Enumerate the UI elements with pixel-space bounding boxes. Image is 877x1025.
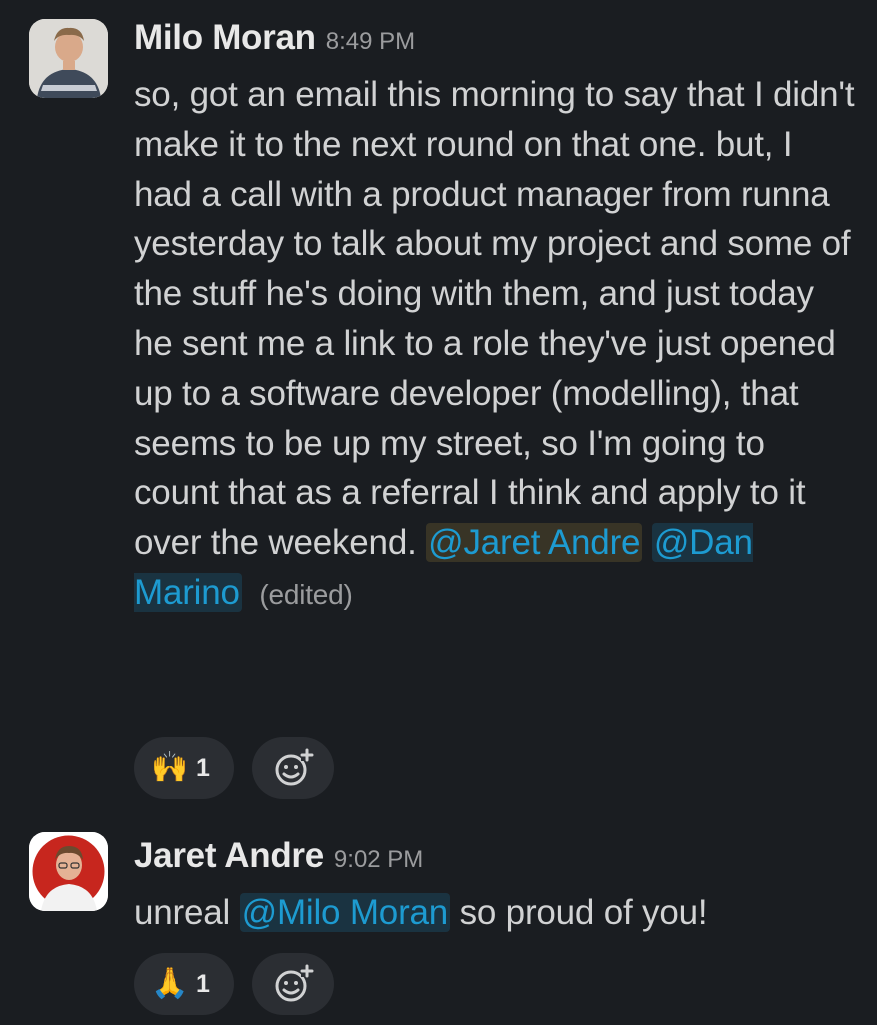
add-reaction-button[interactable] [251, 737, 334, 799]
message-text: unreal [134, 893, 231, 932]
add-reaction-icon [275, 748, 314, 786]
user-photo [29, 19, 108, 98]
author-name[interactable]: Milo Moran [134, 18, 316, 58]
message-header: Jaret Andre 9:02 PM [134, 836, 857, 888]
author-name[interactable]: Jaret Andre [134, 836, 324, 876]
reaction-folded-hands[interactable]: 🙏 1 [134, 953, 234, 1015]
reaction-count: 1 [196, 753, 210, 782]
timestamp[interactable]: 8:49 PM [326, 28, 415, 56]
avatar[interactable] [29, 832, 108, 911]
folded-hands-icon: 🙏 [151, 967, 189, 1000]
reaction-raised-hands[interactable]: 🙌 1 [134, 737, 234, 799]
message-text: so proud of you! [459, 893, 708, 932]
user-photo [29, 832, 108, 911]
reactions-bar: 🙏 1 [134, 953, 334, 1015]
mention-jaret-andre[interactable]: @Jaret Andre [426, 523, 643, 563]
message-content: Milo Moran 8:49 PM so, got an email this… [134, 18, 857, 620]
timestamp[interactable]: 9:02 PM [334, 846, 423, 874]
edited-label: (edited) [259, 578, 353, 610]
reactions-bar: 🙌 1 [134, 737, 334, 799]
add-reaction-button[interactable] [251, 953, 334, 1015]
message-header: Milo Moran 8:49 PM [134, 18, 857, 70]
message-body: unreal @Milo Moran so proud of you! [134, 888, 857, 938]
add-reaction-icon [275, 964, 314, 1002]
message-feed: Milo Moran 8:49 PM so, got an email this… [0, 0, 877, 1025]
avatar[interactable] [29, 19, 108, 98]
mention-milo-moran[interactable]: @Milo Moran [239, 893, 451, 932]
reaction-count: 1 [196, 969, 210, 998]
message-content: Jaret Andre 9:02 PM unreal @Milo Moran s… [134, 836, 857, 938]
message-text: so, got an email this morning to say tha… [134, 75, 855, 563]
raised-hands-icon: 🙌 [151, 751, 189, 784]
message-body: so, got an email this morning to say tha… [134, 70, 857, 620]
